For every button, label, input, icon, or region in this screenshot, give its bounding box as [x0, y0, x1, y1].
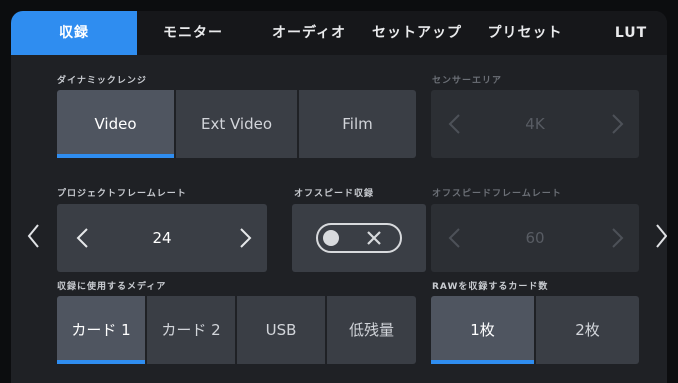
off-speed-recording-toggle[interactable] [316, 223, 402, 253]
raw-card-count-1-label: 1枚 [470, 321, 495, 339]
sensor-area-label: センサーエリア [432, 76, 503, 86]
tab-monitor[interactable]: モニター [143, 11, 243, 55]
project-frame-rate-label: プロジェクトフレームレート [57, 189, 187, 199]
sensor-area-selector[interactable]: 4K [431, 90, 639, 158]
tab-bar: 収録 モニター オーディオ セットアップ プリセット LUT [11, 11, 667, 55]
camera-record-settings-screen: 収録 モニター オーディオ セットアップ プリセット LUT ダイナミックレンジ… [11, 11, 667, 383]
dynamic-range-film-button[interactable]: Film [299, 90, 416, 158]
chevron-right-icon[interactable] [603, 110, 631, 138]
off-speed-recording-label: オフスピード収録 [294, 189, 375, 199]
project-frame-rate-selector[interactable]: 24 [57, 204, 267, 272]
selected-indicator [57, 154, 174, 158]
raw-card-count-2-button[interactable]: 2枚 [536, 296, 639, 364]
off-speed-frame-rate-label: オフスピードフレームレート [432, 189, 562, 199]
tab-record[interactable]: 収録 [11, 11, 137, 55]
media-low-remaining-label: 低残量 [348, 321, 394, 339]
raw-card-count-label: RAWを収録するカード数 [432, 282, 549, 292]
chevron-right-icon[interactable] [603, 224, 631, 252]
selected-indicator [57, 360, 145, 364]
previous-page-arrow-icon[interactable] [25, 221, 43, 251]
media-card-2-label: カード 2 [161, 321, 221, 339]
media-card-1-label: カード 1 [71, 321, 131, 339]
media-usb-label: USB [265, 321, 297, 339]
chevron-right-icon[interactable] [231, 224, 259, 252]
off-speed-recording-toggle-panel [292, 204, 426, 272]
tab-lut[interactable]: LUT [601, 11, 661, 55]
media-card-2-button[interactable]: カード 2 [147, 296, 235, 364]
dynamic-range-film-label: Film [342, 115, 373, 133]
off-speed-frame-rate-selector[interactable]: 60 [431, 204, 639, 272]
media-card-1-button[interactable]: カード 1 [57, 296, 145, 364]
tab-presets[interactable]: プリセット [475, 11, 575, 55]
next-page-arrow-icon[interactable] [652, 221, 667, 251]
raw-card-count-2-label: 2枚 [575, 321, 600, 339]
recording-media-label: 収録に使用するメディア [57, 282, 167, 292]
toggle-knob [323, 230, 339, 246]
tab-audio[interactable]: オーディオ [259, 11, 359, 55]
close-icon [367, 231, 381, 245]
dynamic-range-ext-video-label: Ext Video [200, 115, 273, 133]
selected-indicator [431, 360, 534, 364]
dynamic-range-video-button[interactable]: Video [57, 90, 174, 158]
tab-setup[interactable]: セットアップ [363, 11, 471, 55]
raw-card-count-1-button[interactable]: 1枚 [431, 296, 534, 364]
dynamic-range-label: ダイナミックレンジ [57, 76, 147, 86]
dynamic-range-ext-video-button[interactable]: Ext Video [176, 90, 297, 158]
media-low-remaining-button[interactable]: 低残量 [327, 296, 416, 364]
media-usb-button[interactable]: USB [237, 296, 325, 364]
dynamic-range-video-label: Video [94, 115, 137, 133]
